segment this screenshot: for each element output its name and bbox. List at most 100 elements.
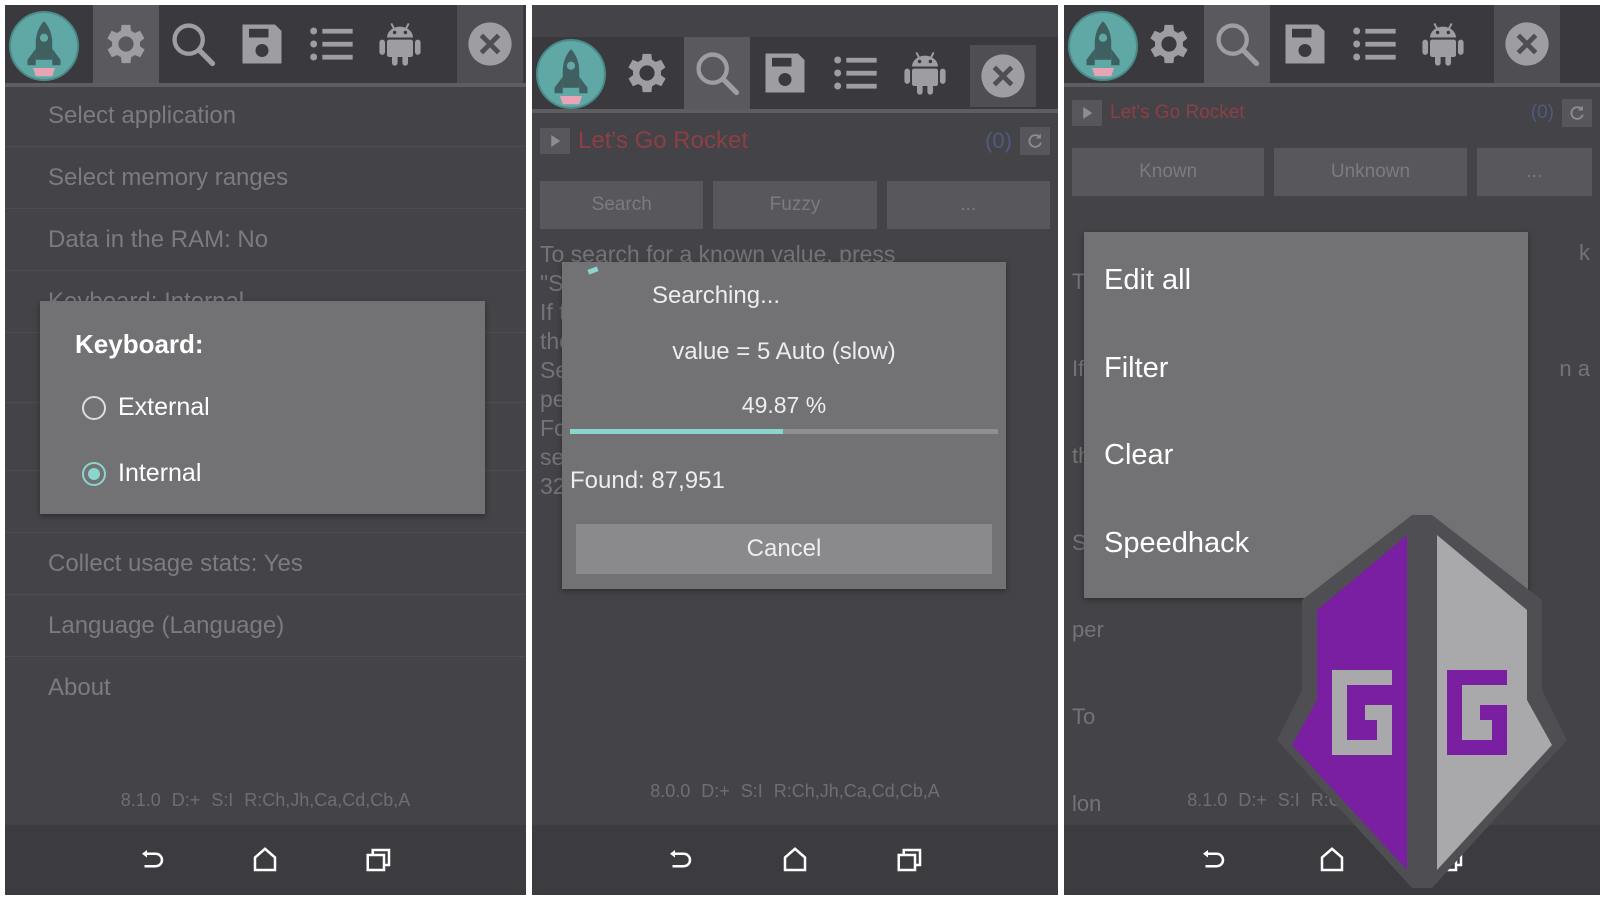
close-button[interactable] — [970, 45, 1036, 107]
recent-apps-icon[interactable] — [895, 845, 925, 875]
tab-search[interactable] — [160, 5, 226, 83]
setting-usage-stats[interactable]: Collect usage stats: Yes — [5, 533, 526, 595]
process-row: Let's Go Rocket (0) — [1072, 95, 1592, 131]
radio-label: Internal — [118, 459, 202, 487]
radio-internal[interactable]: Internal — [82, 459, 201, 488]
cancel-button[interactable]: Cancel — [576, 524, 992, 574]
dialog-title: Keyboard: — [75, 329, 204, 359]
tab-list[interactable] — [298, 5, 364, 83]
rocket-icon — [538, 41, 604, 107]
more-button[interactable]: ... — [1476, 148, 1593, 196]
search-icon — [1211, 18, 1263, 70]
android-icon — [899, 47, 951, 99]
help-text-right: n a — [1559, 356, 1590, 381]
nav-bar — [532, 825, 1058, 895]
home-icon[interactable] — [780, 845, 810, 875]
tab-save[interactable] — [1272, 5, 1338, 83]
unknown-button[interactable]: Unknown — [1274, 148, 1467, 196]
close-icon — [1501, 18, 1553, 70]
progress-label: 49.87 % — [741, 392, 827, 418]
back-icon[interactable] — [1198, 845, 1228, 875]
tab-list[interactable] — [1341, 5, 1407, 83]
process-name[interactable]: Let's Go Rocket — [578, 127, 985, 155]
menu-item-clear[interactable]: Clear — [1104, 439, 1173, 472]
toolbar — [5, 5, 526, 87]
setting-data-in-ram[interactable]: Data in the RAM: No — [5, 209, 526, 271]
search-button[interactable]: Search — [540, 181, 704, 229]
spinner-icon — [587, 266, 599, 275]
save-icon — [1279, 18, 1331, 70]
fuzzy-button[interactable]: Fuzzy — [713, 181, 877, 229]
search-menu-screen: Let's Go Rocket (0) Known Unknown ... To… — [1064, 5, 1600, 895]
process-name[interactable]: Let's Go Rocket — [1110, 102, 1531, 124]
radio-label: External — [118, 393, 210, 421]
rocket-icon — [1070, 13, 1136, 79]
tab-android[interactable] — [1410, 5, 1476, 83]
toolbar — [1064, 5, 1600, 87]
progress-bar-fill — [570, 429, 784, 434]
more-button[interactable]: ... — [886, 181, 1050, 229]
search-icon — [167, 18, 219, 70]
refresh-icon — [1567, 103, 1587, 123]
tab-search[interactable] — [1204, 5, 1270, 83]
version-info: 8.1.0 D:+ S:I R:Ch,Jh,Ca,Cd,Cb,A — [120, 790, 411, 810]
list-icon — [829, 47, 881, 99]
tab-settings[interactable] — [1136, 5, 1202, 83]
menu-item-edit-all[interactable]: Edit all — [1104, 264, 1191, 297]
search-progress-screen: Let's Go Rocket (0) Search Fuzzy ... To … — [532, 5, 1058, 895]
tab-list[interactable] — [822, 37, 888, 109]
android-icon — [1417, 18, 1469, 70]
back-icon[interactable] — [665, 845, 695, 875]
search-mode-buttons: Search Fuzzy ... — [540, 181, 1050, 229]
play-icon — [1078, 104, 1096, 122]
refresh-button[interactable] — [1562, 99, 1592, 127]
gameguardian-logo — [1277, 515, 1567, 888]
tab-search[interactable] — [684, 37, 750, 109]
tab-android[interactable] — [892, 37, 958, 109]
menu-item-filter[interactable]: Filter — [1104, 352, 1168, 385]
toolbar — [532, 37, 1058, 113]
tab-save[interactable] — [752, 37, 818, 109]
settings-screen: Select application Select memory ranges … — [5, 5, 526, 895]
play-button[interactable] — [540, 128, 570, 154]
tab-settings[interactable] — [614, 37, 680, 109]
radio-unchecked-icon — [82, 395, 106, 420]
gear-icon — [1143, 18, 1195, 70]
recent-apps-icon[interactable] — [364, 845, 394, 875]
refresh-button[interactable] — [1020, 127, 1050, 155]
search-query: value = 5 Auto (slow) — [672, 338, 896, 365]
app-icon[interactable] — [1068, 11, 1138, 81]
rocket-icon — [11, 13, 77, 79]
play-button[interactable] — [1072, 100, 1102, 126]
gear-icon — [621, 47, 673, 99]
searching-dialog: Searching... value = 5 Auto (slow) 49.87… — [562, 262, 1006, 589]
app-icon[interactable] — [9, 11, 79, 81]
version-info: 8.0.0 D:+ S:I R:Ch,Jh,Ca,Cd,Cb,A — [650, 781, 940, 801]
tab-android[interactable] — [367, 5, 433, 83]
close-button[interactable] — [1494, 5, 1560, 83]
keyboard-dialog: Keyboard: External Internal — [40, 301, 485, 514]
search-icon — [691, 47, 743, 99]
setting-language[interactable]: Language (Language) — [5, 595, 526, 657]
tab-save[interactable] — [229, 5, 295, 83]
home-icon[interactable] — [250, 845, 280, 875]
nav-bar — [5, 825, 526, 895]
list-icon — [305, 18, 357, 70]
search-mode-buttons: Known Unknown ... — [1072, 148, 1593, 196]
menu-item-speedhack[interactable]: Speedhack — [1104, 527, 1249, 560]
process-row: Let's Go Rocket (0) — [540, 123, 1050, 159]
app-icon[interactable] — [536, 39, 606, 109]
setting-memory-ranges[interactable]: Select memory ranges — [5, 147, 526, 209]
back-icon[interactable] — [137, 845, 167, 875]
close-icon — [464, 18, 516, 70]
setting-about[interactable]: About — [5, 657, 526, 719]
radio-external[interactable]: External — [82, 393, 210, 422]
close-button[interactable] — [457, 5, 523, 83]
result-count: (0) — [1530, 102, 1554, 123]
tab-settings[interactable] — [93, 5, 159, 83]
help-text-right: k — [1579, 240, 1590, 265]
found-count: Found: 87,951 — [570, 467, 725, 494]
known-button[interactable]: Known — [1072, 148, 1265, 196]
setting-select-application[interactable]: Select application — [5, 85, 526, 147]
list-icon — [1348, 18, 1400, 70]
